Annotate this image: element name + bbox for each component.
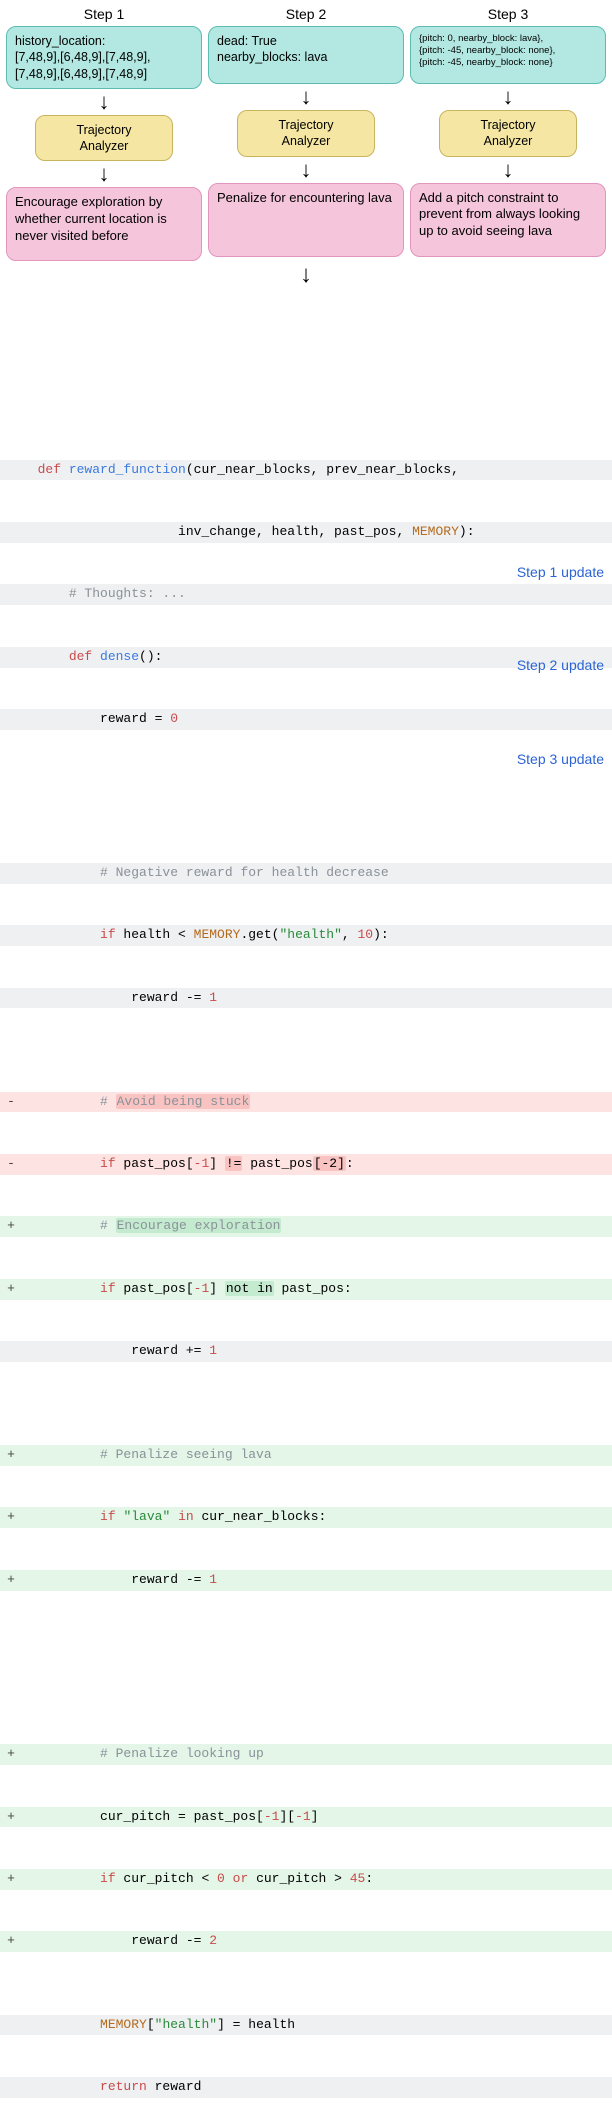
code-line-removed: - # Avoid being stuck (0, 1092, 612, 1113)
annotation-step2: Step 2 update (517, 654, 604, 676)
code-line-added: + if cur_pitch < 0 or cur_pitch > 45: (0, 1869, 612, 1890)
step-1-analyzer: Trajectory Analyzer (35, 115, 172, 162)
arrow-down-icon: ↓ (301, 86, 312, 108)
step-3-observation: {pitch: 0, nearby_block: lava}, {pitch: … (410, 26, 606, 84)
code-line-added: + # Encourage exploration (0, 1216, 612, 1237)
code-line-added: + cur_pitch = past_pos[-1][-1] (0, 1807, 612, 1828)
code-line: reward = 0 (0, 709, 612, 730)
step-2-outcome: Penalize for encountering lava (208, 183, 404, 257)
step-1-observation: history_location: [7,48,9],[6,48,9],[7,4… (6, 26, 202, 89)
arrow-down-icon: ↓ (503, 159, 514, 181)
code-line: def reward_function(cur_near_blocks, pre… (0, 460, 612, 481)
code-line: reward -= 1 (0, 988, 612, 1009)
step-3-outcome: Add a pitch constraint to prevent from a… (410, 183, 606, 257)
step-2-observation: dead: True nearby_blocks: lava (208, 26, 404, 84)
arrow-down-icon: ↓ (99, 163, 110, 185)
code-line-added: + if "lava" in cur_near_blocks: (0, 1507, 612, 1528)
step-3-analyzer: Trajectory Analyzer (439, 110, 576, 157)
code-line-added: + # Penalize looking up (0, 1744, 612, 1765)
arrow-down-icon: ↓ (6, 263, 606, 287)
step-3-title: Step 3 (488, 6, 528, 22)
step-2-title: Step 2 (286, 6, 326, 22)
code-line: return reward (0, 2077, 612, 2098)
code-line-removed: - if past_pos[-1] != past_pos[-2]: (0, 1154, 612, 1175)
code-line: # Thoughts: ... (0, 584, 612, 605)
arrow-down-icon: ↓ (99, 91, 110, 113)
annotation-step3: Step 3 update (517, 748, 604, 770)
code-line: MEMORY["health"] = health (0, 2015, 612, 2036)
code-line-added: + reward -= 2 (0, 1931, 612, 1952)
code-line-added: + if past_pos[-1] not in past_pos: (0, 1279, 612, 1300)
arrow-down-icon: ↓ (503, 86, 514, 108)
step-2-col: Step 2 dead: True nearby_blocks: lava ↓ … (208, 6, 404, 261)
code-line: if health < MEMORY.get("health", 10): (0, 925, 612, 946)
code-line-added: + # Penalize seeing lava (0, 1445, 612, 1466)
code-line: reward += 1 (0, 1341, 612, 1362)
arrow-down-icon: ↓ (301, 159, 312, 181)
code-line: inv_change, health, past_pos, MEMORY): (0, 522, 612, 543)
diagram-top: Step 1 history_location: [7,48,9],[6,48,… (0, 0, 612, 287)
step-2-analyzer: Trajectory Analyzer (237, 110, 374, 157)
code-line: # Negative reward for health decrease (0, 863, 612, 884)
step-1-outcome: Encourage exploration by whether current… (6, 187, 202, 261)
code-line-added: + reward -= 1 (0, 1570, 612, 1591)
step-1-col: Step 1 history_location: [7,48,9],[6,48,… (6, 6, 202, 261)
annotation-step1: Step 1 update (517, 561, 604, 583)
step-3-col: Step 3 {pitch: 0, nearby_block: lava}, {… (410, 6, 606, 261)
step-1-title: Step 1 (84, 6, 124, 22)
code-block: Step 1 update Step 2 update Step 3 updat… (0, 293, 612, 2128)
steps-row: Step 1 history_location: [7,48,9],[6,48,… (6, 6, 606, 261)
